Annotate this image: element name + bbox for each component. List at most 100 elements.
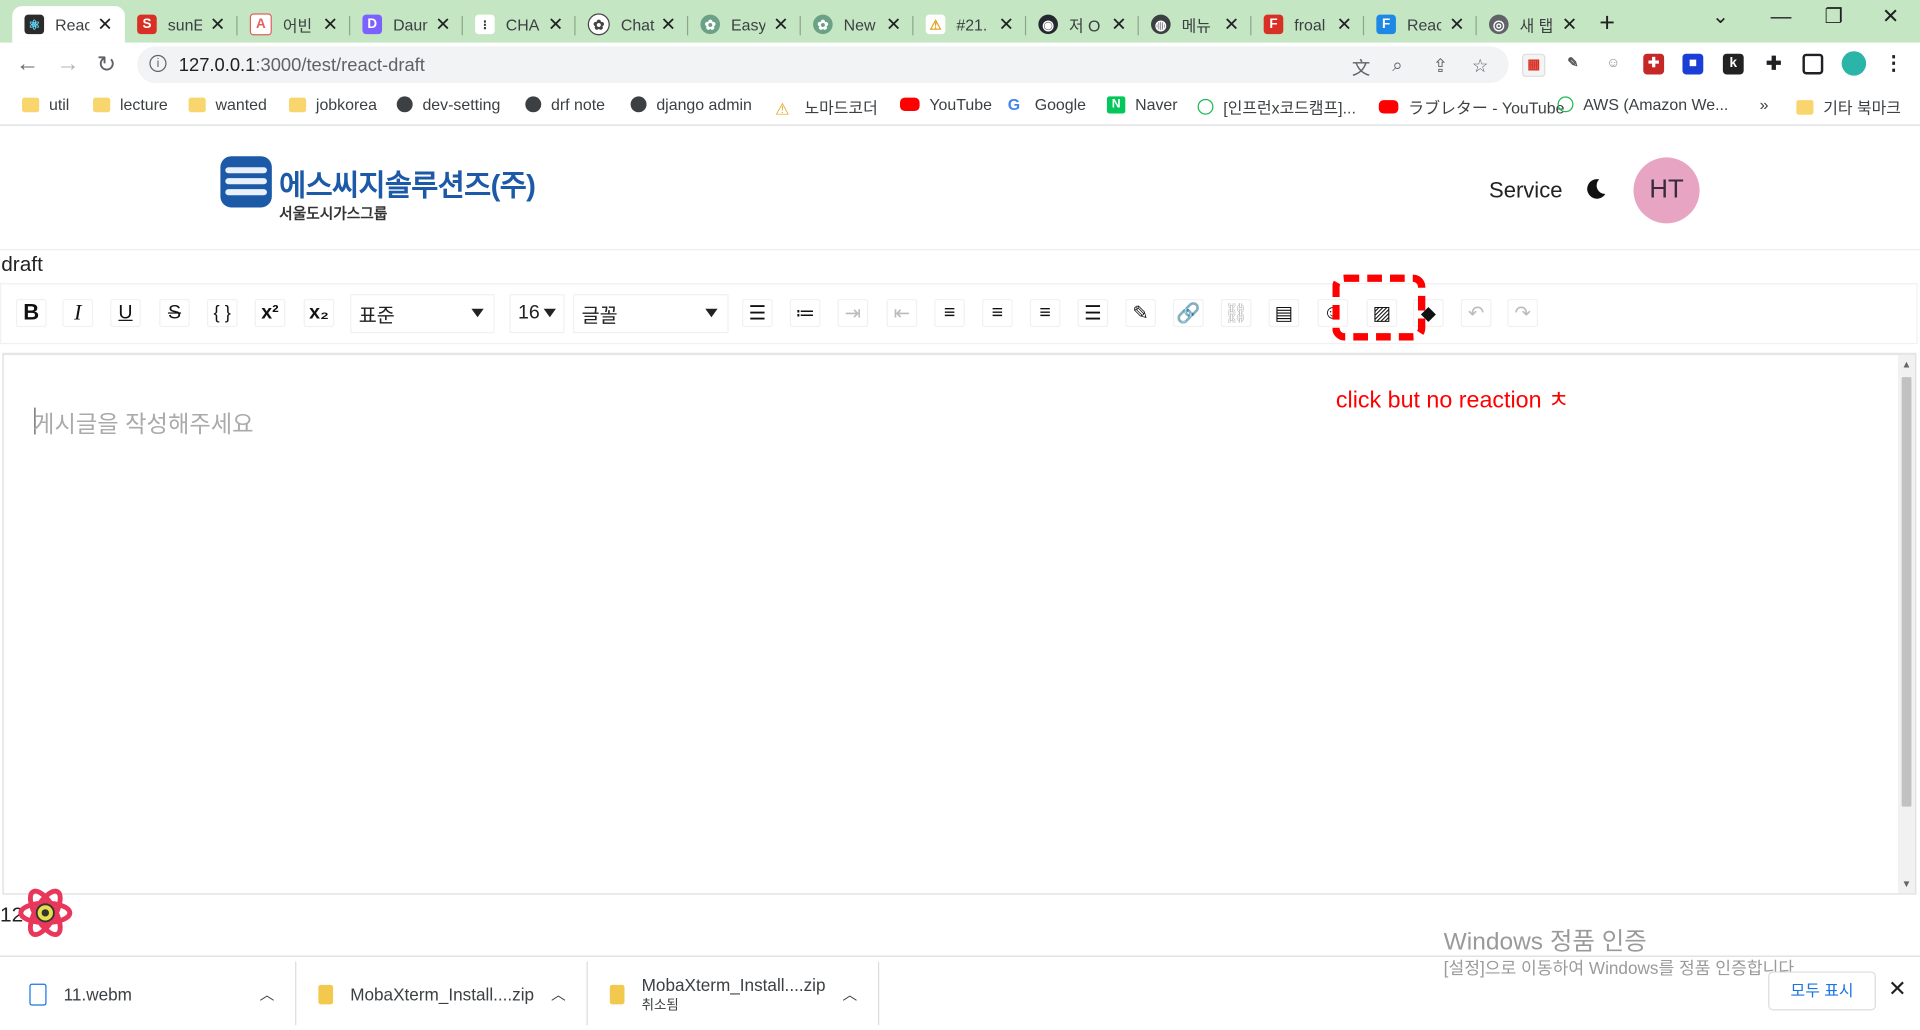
- tab-0[interactable]: ⚛ React ✕: [12, 6, 125, 43]
- align-right-icon[interactable]: ≡: [1029, 298, 1061, 328]
- subscript-button[interactable]: x₂: [303, 298, 335, 328]
- tab-13[interactable]: ◎ 새 탭 ✕: [1477, 6, 1590, 43]
- editor-content-area[interactable]: 게시글을 작성해주세요 ▲ ▼: [2, 352, 1917, 895]
- emoji-icon[interactable]: ☺: [1317, 298, 1349, 328]
- tab-9[interactable]: ◉ 저 O ✕: [1026, 6, 1139, 43]
- tab-1[interactable]: S sunE ✕: [125, 6, 238, 43]
- bookmark-jobkorea[interactable]: jobkorea: [288, 95, 377, 113]
- align-center-icon[interactable]: ≡: [982, 298, 1013, 328]
- unordered-list-icon[interactable]: ☰: [742, 298, 773, 328]
- indent-icon[interactable]: ⇥: [837, 298, 869, 328]
- extensions-puzzle-icon[interactable]: ✚: [1763, 53, 1785, 75]
- close-tab-icon[interactable]: ✕: [1562, 13, 1577, 36]
- extension-game-icon[interactable]: ✚: [1643, 53, 1665, 75]
- italic-button[interactable]: I: [62, 298, 94, 328]
- site-info-icon[interactable]: i: [149, 54, 167, 73]
- user-avatar[interactable]: HT: [1633, 157, 1700, 224]
- bookmark-nomadcoders[interactable]: ⚠ 노마드코더: [775, 95, 878, 118]
- tab-10[interactable]: ◍ 메뉴 ✕: [1139, 6, 1252, 43]
- close-downloads-icon[interactable]: ✕: [1888, 976, 1906, 1002]
- scroll-up-icon[interactable]: ▲: [1902, 359, 1912, 370]
- chevron-up-icon[interactable]: ︿: [842, 984, 857, 1005]
- link-icon[interactable]: 🔗: [1173, 298, 1204, 328]
- tab-7[interactable]: ✿ New ✕: [801, 6, 914, 43]
- scroll-down-icon[interactable]: ▼: [1902, 879, 1912, 890]
- forward-icon[interactable]: →: [56, 51, 79, 78]
- align-left-icon[interactable]: ≡: [934, 298, 965, 328]
- bookmark-lecture[interactable]: lecture: [93, 95, 168, 113]
- bookmark-aws[interactable]: AWS (Amazon We...: [1557, 95, 1728, 113]
- underline-button[interactable]: U: [110, 298, 141, 328]
- bookmark-star-icon[interactable]: ☆: [1472, 55, 1488, 77]
- restore-icon[interactable]: ❐: [1825, 5, 1844, 29]
- dark-mode-toggle-icon[interactable]: [1583, 177, 1607, 201]
- embed-icon[interactable]: ▤: [1268, 298, 1300, 328]
- bookmark-drf-note[interactable]: drf note: [525, 95, 605, 113]
- tab-4[interactable]: ⁝ CHA ✕: [463, 6, 576, 43]
- new-tab-button[interactable]: +: [1599, 7, 1615, 39]
- download-item[interactable]: MobaXterm_Install....zip ︿: [318, 957, 582, 1030]
- close-window-icon[interactable]: ✕: [1882, 5, 1899, 29]
- close-tab-icon[interactable]: ✕: [773, 13, 788, 36]
- reload-icon[interactable]: ↻: [97, 51, 116, 79]
- service-link[interactable]: Service: [1489, 178, 1563, 204]
- tab-search-chevron-icon[interactable]: ⌄: [1712, 5, 1729, 29]
- tab-11[interactable]: F froal ✕: [1251, 6, 1365, 43]
- extension-video-icon[interactable]: ■: [1682, 53, 1704, 75]
- close-tab-icon[interactable]: ✕: [1111, 13, 1126, 36]
- back-icon[interactable]: ←: [16, 51, 39, 78]
- close-tab-icon[interactable]: ✕: [1449, 13, 1464, 36]
- close-tab-icon[interactable]: ✕: [435, 13, 450, 36]
- bookmark-util[interactable]: util: [22, 95, 69, 113]
- font-family-dropdown[interactable]: 글꼴: [573, 294, 729, 334]
- profile-avatar[interactable]: [1841, 51, 1867, 76]
- superscript-button[interactable]: x²: [254, 298, 286, 328]
- outdent-icon[interactable]: ⇤: [886, 298, 918, 328]
- close-tab-icon[interactable]: ✕: [548, 13, 563, 36]
- side-panel-icon[interactable]: [1802, 53, 1824, 75]
- extension-k-icon[interactable]: k: [1722, 53, 1744, 75]
- bold-button[interactable]: B: [15, 298, 47, 328]
- close-tab-icon[interactable]: ✕: [661, 13, 676, 36]
- bookmark-google[interactable]: G Google: [1008, 95, 1086, 113]
- undo-icon[interactable]: ↶: [1460, 298, 1492, 328]
- share-icon[interactable]: ⇪: [1433, 55, 1448, 77]
- extension-calendar-icon[interactable]: ▦: [1522, 53, 1546, 77]
- block-type-dropdown[interactable]: 표준: [350, 294, 495, 334]
- bookmark-django-admin[interactable]: django admin: [630, 95, 752, 113]
- close-tab-icon[interactable]: ✕: [1224, 13, 1239, 36]
- editor-scrollbar[interactable]: ▲ ▼: [1897, 355, 1916, 894]
- scrollbar-thumb[interactable]: [1901, 377, 1912, 807]
- address-bar[interactable]: i 127.0.0.1:3000/test/react-draft 文 ⌕ ⇪ …: [137, 46, 1509, 83]
- ordered-list-icon[interactable]: ≔: [789, 298, 821, 328]
- show-all-downloads-button[interactable]: 모두 표시: [1768, 971, 1876, 1011]
- tab-5[interactable]: ✿ Chat ✕: [576, 6, 689, 43]
- chevron-up-icon[interactable]: ︿: [260, 984, 275, 1005]
- monospace-button[interactable]: { }: [206, 298, 238, 328]
- strikethrough-button[interactable]: S: [159, 298, 190, 328]
- close-tab-icon[interactable]: ✕: [998, 13, 1013, 36]
- other-bookmarks-folder[interactable]: 기타 북마크: [1796, 95, 1901, 118]
- extension-face-icon[interactable]: ☺: [1602, 53, 1624, 75]
- bookmark-inflearn[interactable]: [인프런x코드캠프]...: [1197, 95, 1356, 118]
- more-bookmarks-button[interactable]: »: [1760, 95, 1769, 113]
- close-tab-icon[interactable]: ✕: [210, 13, 225, 36]
- tab-8[interactable]: ⚠ #21. ✕: [913, 6, 1027, 43]
- close-tab-icon[interactable]: ✕: [886, 13, 901, 36]
- unlink-icon[interactable]: ⛓: [1220, 298, 1252, 328]
- redo-icon[interactable]: ↷: [1507, 298, 1538, 328]
- minimize-icon[interactable]: —: [1771, 5, 1792, 29]
- eyedropper-extension-icon[interactable]: ✎: [1562, 53, 1584, 75]
- close-tab-icon[interactable]: ✕: [97, 13, 112, 36]
- close-tab-icon[interactable]: ✕: [1336, 13, 1351, 36]
- tab-3[interactable]: D Daun ✕: [350, 6, 463, 43]
- tab-2[interactable]: A 어빈 ✕: [238, 6, 351, 43]
- eraser-icon[interactable]: ◆: [1413, 298, 1444, 328]
- tab-12[interactable]: F Reac ✕: [1364, 6, 1477, 43]
- chevron-up-icon[interactable]: ︿: [551, 984, 566, 1005]
- bookmark-wanted[interactable]: wanted: [188, 95, 267, 113]
- translate-icon[interactable]: 文: [1352, 55, 1370, 81]
- close-tab-icon[interactable]: ✕: [323, 13, 338, 36]
- bookmark-dev-setting[interactable]: dev-setting: [396, 95, 500, 113]
- download-item[interactable]: MobaXterm_Install....zip 취소됨 ︿: [609, 957, 874, 1030]
